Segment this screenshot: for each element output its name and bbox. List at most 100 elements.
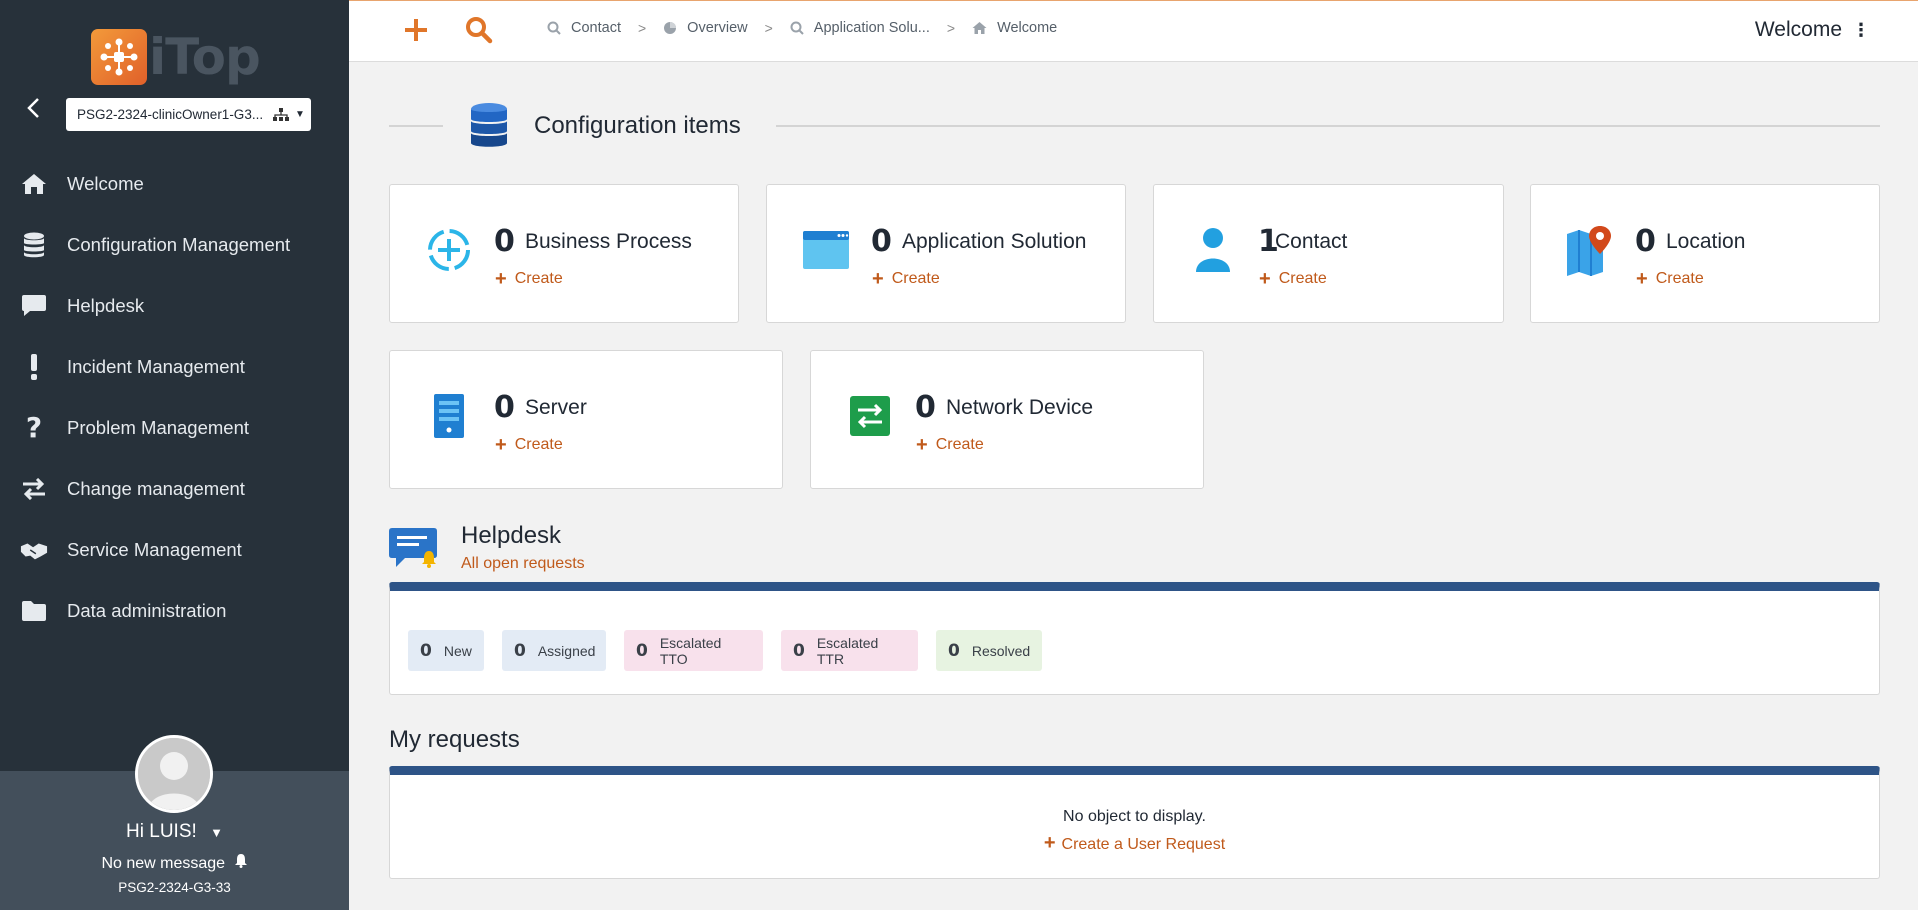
plus-icon: +	[872, 268, 884, 290]
create-label: Create	[514, 270, 563, 287]
sidebar-item-service-management[interactable]: Service Management	[0, 519, 349, 580]
global-search-button[interactable]	[465, 16, 493, 49]
search-icon	[547, 21, 561, 35]
chevron-right-icon: >	[764, 20, 773, 36]
avatar[interactable]	[135, 735, 213, 813]
sidebar-item-data-administration[interactable]: Data administration	[0, 580, 349, 641]
create-label: Create	[1278, 270, 1327, 287]
chat-icon	[20, 292, 48, 320]
top-bar: Contact > Overview > Application Solu...…	[349, 0, 1918, 62]
badge-label: Escalated TTR	[816, 634, 879, 667]
create-user-request-link[interactable]: + Create a User Request	[390, 832, 1879, 855]
card-count: 0	[915, 390, 936, 425]
business-process-icon	[424, 225, 474, 275]
sidebar-item-label: Incident Management	[67, 355, 245, 377]
my-requests-title: My requests	[389, 726, 520, 753]
card-location[interactable]: 0 Location + Create	[1530, 184, 1880, 323]
all-open-requests-link[interactable]: All open requests	[461, 555, 585, 573]
plus-icon: +	[1636, 268, 1648, 290]
create-location-link[interactable]: + Create	[1636, 269, 1704, 289]
card-title: Business Process	[525, 230, 692, 253]
chevron-right-icon: >	[946, 20, 956, 36]
empty-state-text: No object to display.	[1063, 808, 1206, 825]
hierarchy-icon	[273, 107, 289, 121]
logo-text: iTop	[149, 28, 261, 86]
card-count: 0	[871, 224, 892, 259]
vertical-dots-icon: ⋮	[1852, 19, 1870, 40]
configuration-items-header: Configuration items	[389, 102, 1880, 150]
breadcrumb-overview[interactable]: Overview	[663, 20, 748, 36]
card-title: Network Device	[946, 396, 1094, 419]
exchange-icon	[20, 475, 48, 503]
badge-label: Escalated TTO	[659, 634, 722, 667]
plus-icon: +	[1043, 832, 1056, 854]
sidebar-item-label: Service Management	[67, 538, 242, 560]
main-content: Configuration items 0 Business Process +…	[349, 62, 1918, 910]
badge-escalated-ttr[interactable]: 0 Escalated TTR	[781, 630, 918, 671]
sidebar-item-label: Data administration	[67, 599, 227, 621]
card-business-process[interactable]: 0 Business Process + Create	[389, 184, 739, 323]
breadcrumb-label: Overview	[687, 20, 748, 36]
user-panel: Hi LUIS! ▼ No new message PSG2-2324-G3-3…	[0, 735, 349, 910]
user-greeting-menu[interactable]: Hi LUIS! ▼	[0, 821, 349, 843]
create-label: Create	[1655, 270, 1704, 287]
card-network-device[interactable]: 0 Network Device + Create	[810, 350, 1204, 489]
create-application-solution-link[interactable]: + Create	[872, 269, 940, 289]
home-icon	[972, 21, 987, 35]
organization-select[interactable]: PSG2-2324-clinicOwner1-G3... ▼	[66, 98, 311, 131]
application-window-icon	[801, 225, 851, 275]
card-server[interactable]: 0 Server + Create	[389, 350, 783, 489]
my-requests-panel: No object to display. + Create a User Req…	[389, 766, 1880, 879]
sidebar-item-change-management[interactable]: Change management	[0, 458, 349, 519]
organization-select-value: PSG2-2324-clinicOwner1-G3...	[77, 107, 264, 122]
bell-icon	[234, 854, 248, 872]
card-contact[interactable]: 1 Contact + Create	[1153, 184, 1504, 323]
create-label: Create	[891, 270, 940, 287]
database-icon	[20, 231, 48, 259]
page-menu[interactable]: Welcome ⋮	[1755, 18, 1870, 42]
badge-label: Resolved	[971, 642, 1031, 659]
network-arrows-icon	[845, 391, 895, 441]
helpdesk-title: Helpdesk	[461, 522, 562, 549]
chevron-left-icon	[27, 98, 39, 118]
create-server-link[interactable]: + Create	[495, 435, 563, 455]
create-business-process-link[interactable]: + Create	[495, 269, 563, 289]
handshake-icon	[20, 536, 48, 564]
badge-assigned[interactable]: 0 Assigned	[502, 630, 606, 671]
search-icon	[790, 21, 804, 35]
sidebar-nav: Welcome Configuration Management Helpdes…	[0, 153, 349, 641]
database-icon	[469, 102, 509, 155]
sidebar-item-configuration-management[interactable]: Configuration Management	[0, 214, 349, 275]
badge-escalated-tto[interactable]: 0 Escalated TTO	[624, 630, 763, 671]
pie-chart-icon	[663, 21, 677, 35]
create-network-device-link[interactable]: + Create	[916, 435, 984, 455]
card-title: Location	[1666, 230, 1746, 253]
badge-new[interactable]: 0 New	[408, 630, 484, 671]
create-contact-link[interactable]: + Create	[1259, 269, 1327, 289]
sidebar-item-welcome[interactable]: Welcome	[0, 153, 349, 214]
sidebar-item-label: Configuration Management	[67, 233, 291, 255]
breadcrumb-contact[interactable]: Contact	[547, 20, 621, 36]
collapse-sidebar-button[interactable]	[18, 92, 50, 124]
plus-icon: +	[916, 434, 928, 456]
card-title: Contact	[1275, 230, 1348, 253]
badge-label: Assigned	[537, 642, 596, 659]
sidebar-item-label: Change management	[67, 477, 245, 499]
user-greeting: Hi LUIS!	[126, 821, 197, 842]
new-object-button[interactable]	[403, 17, 429, 48]
card-application-solution[interactable]: 0 Application Solution + Create	[766, 184, 1126, 323]
user-organization: PSG2-2324-G3-33	[118, 880, 231, 895]
card-count: 0	[1635, 224, 1656, 259]
sidebar-item-incident-management[interactable]: Incident Management	[0, 336, 349, 397]
notifications[interactable]: No new message	[0, 853, 349, 873]
badge-count: 0	[514, 640, 526, 661]
sidebar-item-problem-management[interactable]: ? Problem Management	[0, 397, 349, 458]
breadcrumb-welcome[interactable]: Welcome	[972, 20, 1057, 36]
badge-count: 0	[948, 640, 960, 661]
caret-down-icon: ▼	[210, 825, 223, 840]
breadcrumb-application-solution[interactable]: Application Solu...	[790, 20, 930, 36]
itop-logo[interactable]: iTop	[91, 28, 261, 86]
divider	[389, 125, 443, 127]
sidebar-item-helpdesk[interactable]: Helpdesk	[0, 275, 349, 336]
badge-resolved[interactable]: 0 Resolved	[936, 630, 1042, 671]
